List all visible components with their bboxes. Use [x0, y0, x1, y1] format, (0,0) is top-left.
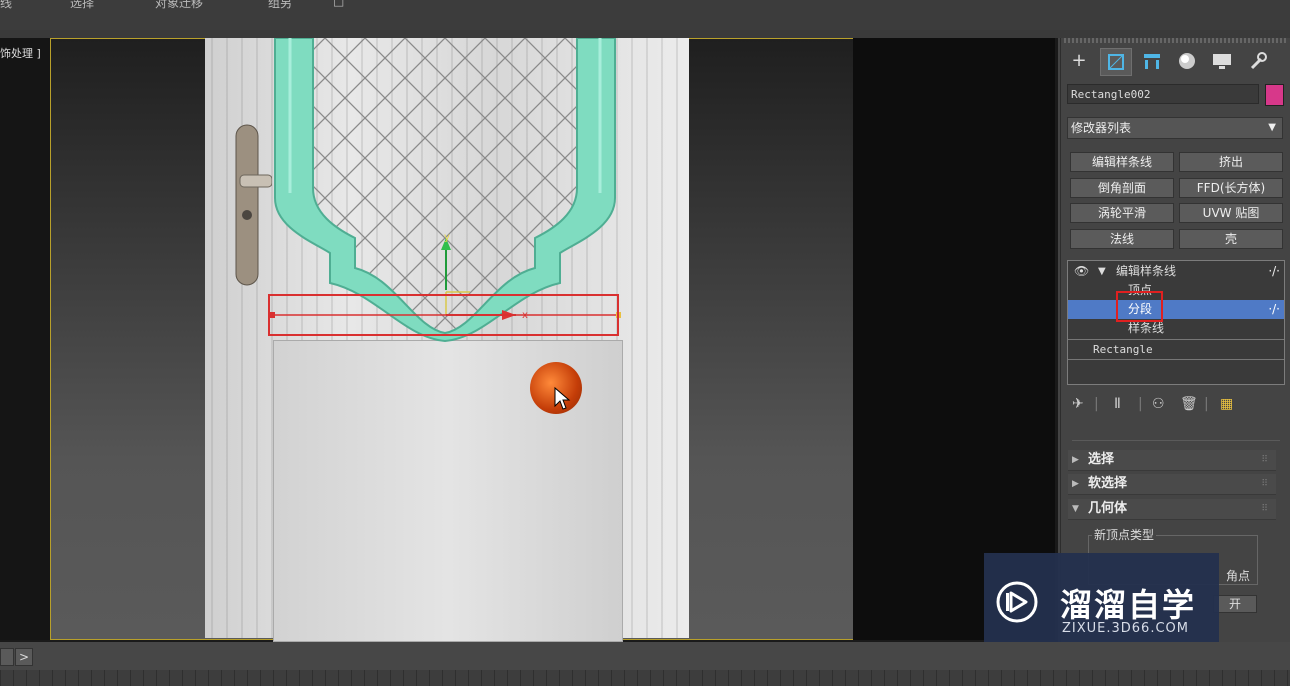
selection-highlight-box [268, 294, 619, 336]
viewport-label[interactable]: 饰处理 ] [0, 45, 41, 61]
modifier-button-uvw-map[interactable]: UVW 贴图 [1179, 203, 1283, 223]
separator-icon: | [1204, 396, 1209, 412]
rollout-title: 软选择 [1088, 476, 1128, 491]
rollout-grip-icon: ⠿ [1261, 504, 1268, 514]
modifier-stack[interactable]: 👁 ▼ 编辑样条线 ·/· 顶点 分段 ·/· 样条线 Rectangle [1067, 260, 1285, 385]
panel-grip[interactable] [1064, 38, 1286, 43]
door-handle [235, 124, 272, 286]
show-end-result-icon[interactable]: ·/· [1268, 262, 1280, 281]
modifier-button-extrude[interactable]: 挤出 [1179, 152, 1283, 172]
corner-radio-label[interactable]: 角点 [1226, 567, 1250, 584]
collapse-arrow-icon: ▼ [1072, 504, 1079, 514]
create-icon[interactable]: + [1064, 48, 1094, 74]
stack-item-edit-spline[interactable]: 👁 ▼ 编辑样条线 ·/· [1068, 262, 1284, 281]
display-icon[interactable] [1207, 48, 1237, 74]
rollout-grip-icon: ⠿ [1261, 479, 1268, 489]
menu-item[interactable]: □ [333, 0, 344, 8]
menu-item[interactable]: 组另 [268, 0, 292, 11]
modifier-list-label: 修改器列表 [1071, 121, 1132, 135]
rollout-grip-icon: ⠿ [1261, 455, 1268, 465]
menu-item[interactable]: 对象迁移 [155, 0, 203, 11]
open-button[interactable]: 开 [1213, 595, 1257, 613]
rollout-geometry[interactable]: ▼ 几何体 ⠿ [1068, 499, 1276, 520]
modifier-button-normal[interactable]: 法线 [1070, 229, 1174, 249]
menu-item[interactable]: 选择 [70, 0, 94, 11]
group-title: 新顶点类型 [1092, 526, 1157, 543]
watermark-title: 溜溜自学 [1060, 586, 1197, 624]
stack-subitem-vertex[interactable]: 顶点 [1068, 281, 1284, 300]
expand-arrow-icon[interactable]: ▼ [1098, 262, 1106, 281]
rollout-title: 选择 [1088, 452, 1115, 467]
next-frame-button[interactable]: > [15, 648, 33, 666]
time-slider-handle[interactable] [0, 648, 14, 666]
motion-icon[interactable] [1172, 48, 1202, 74]
modifier-button-turbosmooth[interactable]: 涡轮平滑 [1070, 203, 1174, 223]
rollout-soft-selection[interactable]: ▶ 软选择 ⠿ [1068, 474, 1276, 495]
modifier-button-shell[interactable]: 壳 [1179, 229, 1283, 249]
rollout-selection[interactable]: ▶ 选择 ⠿ [1068, 450, 1276, 471]
object-color-swatch[interactable] [1265, 84, 1284, 106]
toolbar-strip [0, 30, 1290, 38]
menu-item[interactable]: 线 [0, 0, 12, 11]
stack-subitem-spline[interactable]: 样条线 [1068, 319, 1284, 338]
stack-subitem-segment[interactable]: 分段 ·/· [1068, 300, 1284, 319]
gizmo-y-label: y [444, 232, 450, 243]
watermark-subtitle: ZIXUE.3D66.COM [1062, 621, 1189, 636]
segment-highlight-box [1116, 291, 1163, 322]
modifier-list-dropdown[interactable]: 修改器列表 ▼ [1067, 117, 1283, 139]
play-logo-icon [996, 581, 1038, 623]
hierarchy-icon[interactable] [1137, 48, 1167, 74]
modify-icon[interactable] [1100, 48, 1132, 76]
timeline-track[interactable] [0, 670, 1290, 686]
make-unique-icon[interactable]: ⚇ [1152, 396, 1165, 412]
separator-icon: | [1094, 396, 1099, 412]
pin-stack-icon[interactable]: ✈ [1072, 396, 1084, 412]
viewport-right-area [853, 38, 1055, 640]
divider [1072, 440, 1280, 441]
mouse-cursor-icon [554, 386, 571, 410]
stack-item-label: 编辑样条线 [1116, 264, 1177, 278]
modifier-button-ffd-box[interactable]: FFD(长方体) [1179, 178, 1283, 198]
stack-item-rectangle[interactable]: Rectangle [1068, 339, 1284, 360]
menu-bar: 线 选择 对象迁移 组另 □ [0, 0, 1290, 31]
left-viewport-strip [0, 38, 50, 640]
time-slider-bar [0, 642, 1290, 670]
utilities-icon[interactable] [1243, 48, 1273, 74]
separator-icon: | [1138, 396, 1143, 412]
configure-modifier-sets-icon[interactable]: ▦ [1220, 396, 1233, 412]
eye-icon[interactable]: 👁 [1074, 262, 1089, 281]
modifier-button-edit-spline[interactable]: 编辑样条线 [1070, 152, 1174, 172]
stack-item-label: Rectangle [1093, 343, 1153, 356]
show-end-result-icon[interactable]: ·/· [1268, 300, 1280, 319]
object-name-field[interactable]: Rectangle002 [1067, 84, 1259, 104]
modifier-button-bevel-profile[interactable]: 倒角剖面 [1070, 178, 1174, 198]
stack-toolbar: ✈ | Ⅱ | ⚇ 🗑 | ▦ [1068, 396, 1280, 418]
remove-modifier-icon[interactable]: 🗑 [1180, 396, 1198, 412]
show-end-result-icon[interactable]: Ⅱ [1114, 396, 1121, 412]
expand-arrow-icon: ▶ [1072, 455, 1079, 465]
rollout-title: 几何体 [1088, 501, 1128, 516]
chevron-down-icon: ▼ [1268, 122, 1276, 133]
expand-arrow-icon: ▶ [1072, 479, 1079, 489]
